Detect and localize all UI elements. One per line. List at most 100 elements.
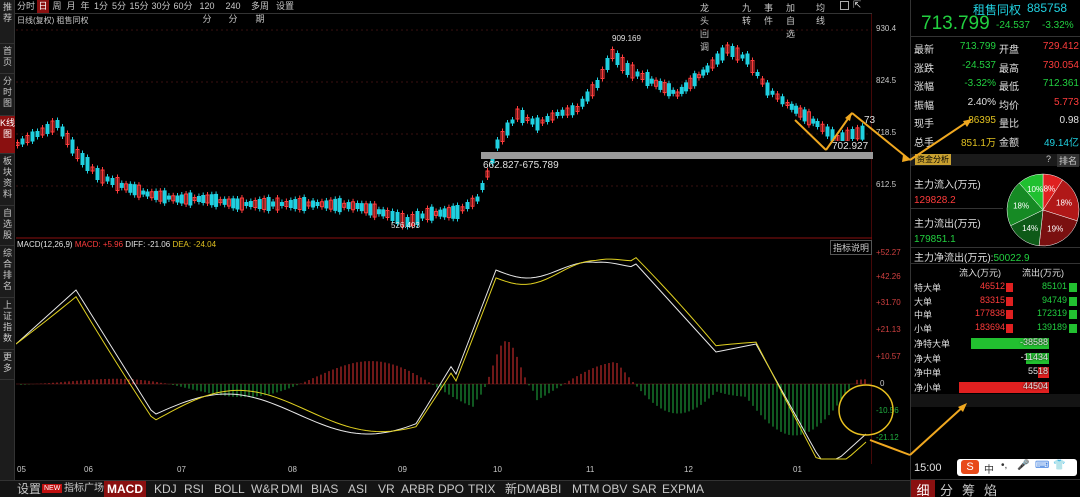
skin-icon[interactable]: 👕 — [1053, 460, 1065, 471]
period-3[interactable]: 月 — [65, 0, 77, 13]
left-menu-sector[interactable]: 板块资料 — [0, 154, 15, 206]
period-7[interactable]: 15分 — [129, 0, 149, 13]
indicator-tab-12[interactable]: 新DMA — [505, 481, 544, 497]
main-outflow-value: 179851.1 — [914, 234, 956, 245]
indicator-tab-6[interactable]: BIAS — [311, 481, 338, 497]
quote-label: 量比 — [999, 119, 1019, 130]
ime-mode[interactable]: 中 — [984, 461, 994, 476]
indicator-tab-1[interactable]: KDJ — [154, 481, 177, 497]
fund-row-label: 小单 — [914, 323, 933, 334]
indicator-tab-3[interactable]: BOLL — [214, 481, 245, 497]
quote-value: 729.412 — [1042, 41, 1079, 52]
keyboard-icon[interactable]: ⌨ — [1035, 460, 1049, 471]
indicator-tab-10[interactable]: DPO — [438, 481, 464, 497]
left-menu-ranking[interactable]: 综合排名 — [0, 246, 15, 298]
ime-toolbar[interactable]: S 中 •, 🎤 ⌨ 👕 — [957, 459, 1077, 476]
period-9[interactable]: 60分 — [173, 0, 193, 13]
candle-body — [705, 65, 710, 73]
candle-body — [545, 116, 550, 122]
period-6[interactable]: 5分 — [111, 0, 127, 13]
candle-body — [811, 118, 816, 124]
settings-tab[interactable]: 设置 — [17, 481, 41, 497]
macd-axis-label: +42.26 — [876, 272, 901, 281]
expand-icon[interactable]: ⇱ — [853, 0, 861, 11]
date-label: 07 — [177, 465, 186, 474]
period-2[interactable]: 周 — [51, 0, 63, 13]
outflow-bar — [1069, 296, 1077, 306]
indicator-plaza-tab[interactable]: 指标广场 — [64, 481, 104, 497]
tab-chips[interactable]: 筹 — [962, 480, 975, 497]
candle-body — [244, 202, 249, 206]
quote-label: 现手 — [914, 119, 934, 130]
kline-chart[interactable] — [16, 14, 872, 464]
tab-flame[interactable]: 焰 — [984, 480, 997, 497]
near-current-label: 73 — [864, 115, 876, 126]
table-header-outflow: 流出(万元) — [1022, 268, 1064, 278]
indicator-tab-14[interactable]: MTM — [572, 481, 599, 497]
main-inflow-value: 129828.2 — [914, 195, 956, 206]
date-label: 09 — [398, 465, 407, 474]
quote-label: 开盘 — [999, 45, 1019, 56]
punctuation-icon[interactable]: •, — [1001, 460, 1007, 471]
mic-icon[interactable]: 🎤 — [1017, 460, 1029, 471]
left-menu-kline[interactable]: K线图 — [0, 116, 15, 154]
candle-body — [279, 202, 284, 206]
period-11[interactable]: 240分 — [221, 0, 245, 24]
candle-body — [271, 201, 276, 207]
candle-body — [720, 47, 725, 61]
candle-body — [162, 190, 167, 204]
candle-body — [201, 195, 206, 203]
candle-body — [825, 126, 830, 137]
left-menu-timeshare[interactable]: 分时图 — [0, 74, 15, 116]
fund-analysis-tab[interactable]: 资金分析 — [915, 154, 951, 165]
indicator-tab-7[interactable]: ASI — [348, 481, 367, 497]
period-12[interactable]: 多周期 — [247, 0, 273, 24]
left-menu: 推荐 首页 分时图 K线图 板块资料 自选股 综合排名 上证指数 更多 — [0, 0, 15, 480]
help-icon[interactable]: ? — [1046, 154, 1051, 164]
indicator-tab-11[interactable]: TRIX — [468, 481, 495, 497]
indicator-tab-4[interactable]: W&R — [251, 481, 279, 497]
period-0[interactable]: 分时 — [17, 0, 35, 13]
indicator-tab-17[interactable]: EXPMA — [662, 481, 704, 497]
tab-minute[interactable]: 分 — [940, 480, 953, 497]
inflow-bar — [1006, 283, 1013, 292]
quote-label: 金额 — [999, 137, 1019, 149]
spacer-bar — [911, 394, 1080, 407]
indicator-tab-13[interactable]: BBI — [542, 481, 561, 497]
candle-body — [495, 139, 500, 149]
left-menu-watchlist[interactable]: 自选股 — [0, 206, 15, 246]
indicator-tab-5[interactable]: DMI — [281, 481, 303, 497]
period-1[interactable]: 日 — [37, 0, 49, 13]
left-menu-recommend[interactable]: 推荐 — [0, 0, 15, 44]
candle-body — [55, 120, 60, 128]
macd-axis-label: -21.12 — [876, 433, 899, 442]
left-menu-shanghai-index[interactable]: 上证指数 — [0, 298, 15, 350]
period-13[interactable]: 设置 — [275, 0, 295, 13]
rank-button[interactable]: 排名 — [1057, 154, 1080, 167]
period-5[interactable]: 1分 — [93, 0, 109, 13]
indicator-tab-2[interactable]: RSI — [184, 481, 204, 497]
indicator-tab-0[interactable]: MACD — [104, 481, 146, 497]
period-8[interactable]: 30分 — [151, 0, 171, 13]
indicator-tab-9[interactable]: ARBR — [401, 481, 434, 497]
indicator-tab-15[interactable]: OBV — [602, 481, 627, 497]
period-4[interactable]: 年 — [79, 0, 91, 13]
candle-body — [141, 190, 146, 195]
indicator-tab-16[interactable]: SAR — [632, 481, 657, 497]
candle-body — [740, 54, 745, 59]
period-10[interactable]: 120分 — [195, 0, 219, 24]
tab-detail[interactable]: 细 — [911, 480, 935, 497]
candle-body — [429, 206, 434, 221]
left-menu-more[interactable]: 更多 — [0, 350, 15, 380]
indicator-help-button[interactable]: 指标说明 — [830, 240, 873, 255]
candle-body — [730, 46, 735, 57]
left-menu-home[interactable]: 首页 — [0, 44, 15, 74]
pie-label: 14% — [1022, 224, 1038, 233]
candle-body — [95, 168, 100, 180]
quote-value: 713.799 — [959, 41, 996, 52]
grid-icon[interactable] — [840, 1, 849, 10]
quote-label: 涨幅 — [914, 82, 934, 93]
quote-label: 最新 — [914, 45, 934, 56]
indicator-tab-8[interactable]: VR — [378, 481, 395, 497]
candle-body — [520, 110, 525, 123]
